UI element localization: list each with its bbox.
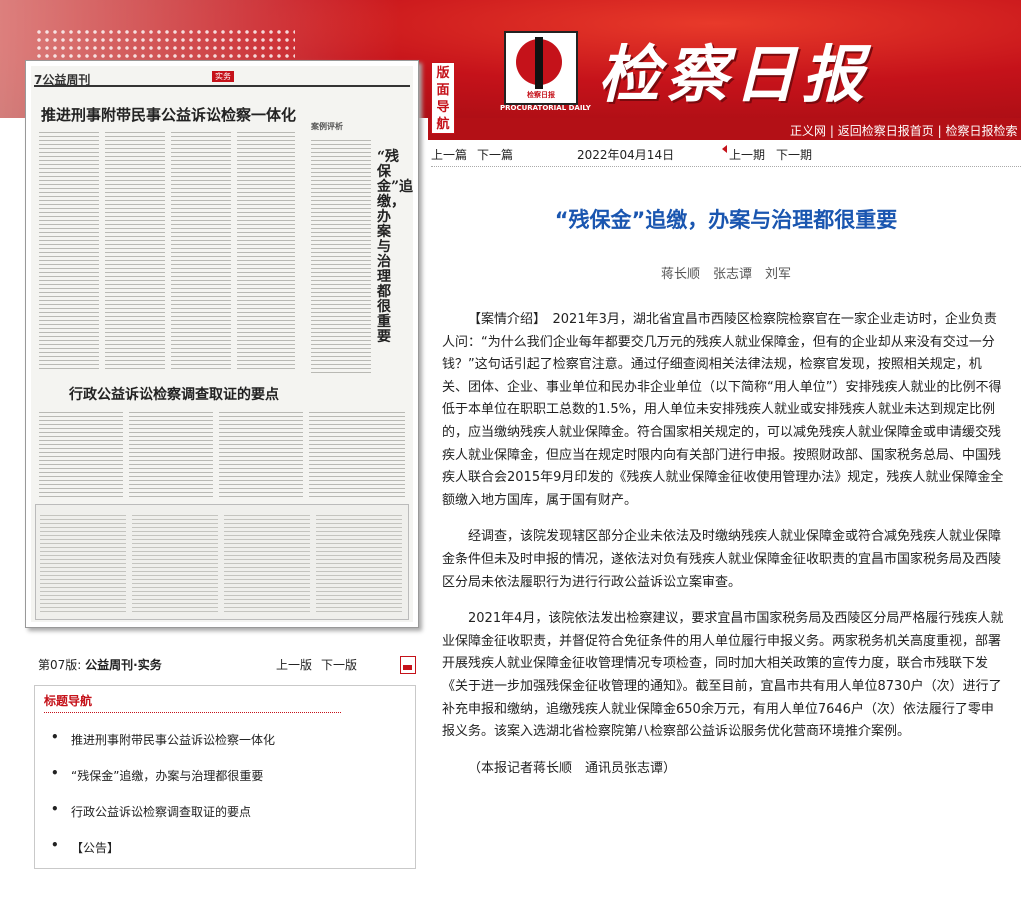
vertical-page-guide[interactable]: 版面导航 [431,62,455,134]
thumb-text-column [311,138,371,374]
headline-item-label[interactable]: “残保金”追缴，办案与治理都很重要 [71,769,263,783]
thumb-text-column [309,410,405,498]
logo-bar-icon [535,37,543,89]
thumb-text-column [237,130,295,370]
headline-item-label[interactable]: 推进刑事附带民事公益诉讼检察一体化 [71,733,275,747]
headline-item-label[interactable]: 【公告】 [71,841,119,855]
bullet-icon: • [51,838,59,852]
link-search[interactable]: 检察日报检索 [945,124,1017,138]
prev-issue-link[interactable]: 上一期 [729,146,765,163]
prev-article-link[interactable]: 上一篇 [431,146,467,163]
link-separator: | [829,124,834,138]
thumb-text-column [40,513,126,613]
headline-item[interactable]: • “残保金”追缴，办案与治理都很重要 [51,766,401,803]
arrow-left-icon [722,145,727,153]
bullet-icon: • [51,802,59,816]
prev-page-link[interactable]: 上一版 [276,656,312,673]
thumb-text-column [39,130,99,370]
article-paragraph: 2021年4月，该院依法发出检察建议，要求宜昌市国家税务局及西陵区分局严格履行残… [442,611,1004,740]
article-byline: （本报记者蒋长顺 通讯员张志谭） [468,760,677,776]
thumb-vertical-title[interactable]: “残保金”追缴，办案与治理都很重要 [377,150,413,345]
article-nav: 上一篇 下一篇 2022年04月14日 上一期 下一期 [431,145,1021,163]
next-page-link[interactable]: 下一版 [321,656,357,673]
article-paragraph: 【案情介绍】 2021年3月，湖北省宜昌市西陵区检察院检察官在一家企业走访时，企… [442,312,1004,508]
next-article-link[interactable]: 下一篇 [477,146,513,163]
thumb-text-column [316,513,402,613]
article-body: 【案情介绍】 2021年3月，湖北省宜昌市西陵区检察院检察官在一家企业走访时，企… [442,309,1005,794]
thumb-page-number: 7公益周刊 [34,73,91,87]
thumb-case-label: 案例评析 [311,122,343,131]
page-thumbnail[interactable]: 7公益周刊 实务 推进刑事附带民事公益诉讼检察一体化 案例评析 “残保金”追缴，… [25,60,419,628]
page-label-prefix: 第07版: [38,658,82,672]
thumb-text-column [219,410,303,498]
top-links: 正义网 | 返回检察日报首页 | 检察日报检索 [790,122,1017,139]
headline-list: • 推进刑事附带民事公益诉讼检察一体化 • “残保金”追缴，办案与治理都很重要 • 行… [51,730,401,875]
logo-caption: 检察日报 [527,91,555,99]
thumb-section-tag: 实务 [212,71,234,82]
issue-date: 2022年04月14日 [577,148,675,162]
headline-nav-title: 标题导航 [44,694,93,708]
link-home[interactable]: 返回检察日报首页 [838,124,934,138]
headline-item[interactable]: • 行政公益诉讼检察调查取证的要点 [51,802,401,839]
banner-decoration [35,28,295,58]
headline-nav-divider [44,712,341,713]
bullet-icon: • [51,730,59,744]
thumb-headline-2[interactable]: 行政公益诉讼检察调查取证的要点 [69,384,279,404]
page-label: 第07版: 公益周刊·实务 [38,656,162,673]
link-separator: | [937,124,942,138]
logo-english-name: PROCURATORIAL DAILY [500,104,591,112]
thumb-header: 7公益周刊 实务 [34,71,410,87]
article-title: “残保金”追缴，办案与治理都很重要 [554,208,898,232]
next-issue-link[interactable]: 下一期 [776,146,812,163]
page-thumbnail-image: 7公益周刊 实务 推进刑事附带民事公益诉讼检察一体化 案例评析 “残保金”追缴，… [31,66,413,622]
thumb-text-column [224,513,310,613]
article-authors: 蒋长顺 张志谭 刘军 [660,267,791,282]
bullet-icon: • [51,766,59,780]
masthead-title: 检察日报 [598,38,871,111]
thumb-notice-box[interactable] [35,504,409,620]
thumb-text-column [132,513,218,613]
page-name: 公益周刊·实务 [85,658,162,672]
thumb-text-column [105,130,165,370]
headline-item[interactable]: • 推进刑事附带民事公益诉讼检察一体化 [51,730,401,767]
thumb-text-column [129,410,213,498]
thumb-text-column [39,410,123,498]
nav-divider [431,166,1021,167]
link-zhengyi[interactable]: 正义网 [790,124,826,138]
headline-nav: 标题导航 • 推进刑事附带民事公益诉讼检察一体化 • “残保金”追缴，办案与治理都很… [34,685,416,869]
newspaper-logo[interactable]: 检察日报 [504,31,578,105]
thumb-headline-1[interactable]: 推进刑事附带民事公益诉讼检察一体化 [41,104,296,125]
page-nav: 第07版: 公益周刊·实务 上一版 下一版 [38,656,418,674]
article-paragraph: 经调查，该院发现辖区部分企业未依法及时缴纳残疾人就业保障金或符合减免残疾人就业保… [442,529,1002,590]
pdf-icon[interactable] [400,656,416,674]
headline-item-label[interactable]: 行政公益诉讼检察调查取证的要点 [71,805,251,819]
thumb-text-column [171,130,231,370]
headline-item[interactable]: • 【公告】 [51,838,401,875]
